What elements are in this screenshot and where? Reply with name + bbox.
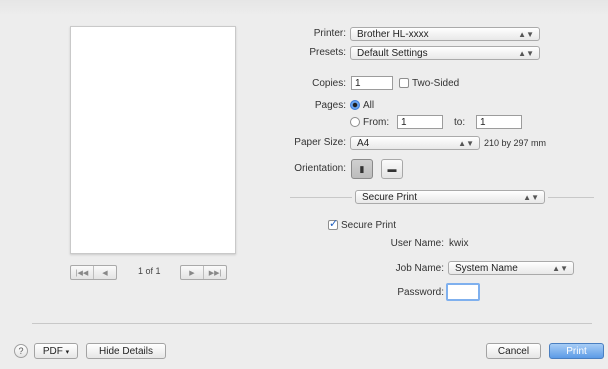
paper-size-value: A4 [357,138,370,149]
landscape-icon: ▬ [387,164,397,174]
two-sided-label: Two-Sided [412,78,460,89]
copies-label: Copies: [312,78,346,89]
secure-print-checkbox[interactable] [328,217,338,230]
popup-arrows-icon: ▲▼ [518,30,534,39]
popup-arrows-icon: ▲▼ [518,49,534,58]
pdf-label: PDF [42,346,63,357]
footer-separator [32,323,592,324]
pages-from-label: From: [363,117,390,128]
page-preview [70,26,236,254]
paper-size-label: Paper Size: [294,137,346,148]
pages-from-field[interactable]: 1 [397,115,443,129]
popup-arrows-icon: ▲▼ [523,193,539,202]
secure-print-label: Secure Print [341,220,397,231]
section-separator-right [548,197,594,198]
pages-to-field[interactable]: 1 [476,115,522,129]
presets-label: Presets: [309,47,346,58]
presets-popup[interactable]: Default Settings ▲▼ [350,46,540,60]
section-popup[interactable]: Secure Print ▲▼ [355,190,545,204]
printer-value: Brother HL-xxxx [357,29,429,40]
page-indicator: 1 of 1 [138,266,161,276]
print-dialog: |◀◀ ◀ 1 of 1 ▶ ▶▶| Printer: Brother HL-x… [0,0,608,369]
password-label: Password: [397,287,444,298]
pages-all-radio[interactable] [350,100,360,110]
section-separator-left [290,197,352,198]
dialog-top-strip [0,0,608,14]
copies-field[interactable]: 1 [351,76,393,90]
pages-label: Pages: [314,100,346,111]
job-name-label: Job Name: [395,263,444,274]
preview-forward-nav: ▶ ▶▶| [180,265,227,280]
print-button[interactable]: Print [549,343,604,359]
dropdown-arrow-icon: ▾ [65,349,70,356]
paper-dimensions: 210 by 297 mm [484,138,547,148]
pages-from-radio[interactable] [350,117,360,127]
portrait-orientation-button[interactable]: ▮ [351,159,373,179]
printer-label: Printer: [313,28,346,39]
pages-all-label: All [363,100,375,111]
first-page-button[interactable]: |◀◀ [71,266,94,279]
pdf-menu-button[interactable]: PDF ▾ [34,343,78,359]
last-page-button[interactable]: ▶▶| [204,266,226,279]
section-value: Secure Print [362,192,418,203]
user-name-label: User Name: [390,238,444,249]
help-button[interactable]: ? [14,344,28,358]
cancel-button[interactable]: Cancel [486,343,541,359]
next-page-button[interactable]: ▶ [181,266,204,279]
password-field[interactable] [446,283,480,301]
orientation-label: Orientation: [294,163,346,174]
popup-arrows-icon: ▲▼ [458,139,474,148]
job-name-popup[interactable]: System Name ▲▼ [448,261,574,275]
two-sided-checkbox[interactable] [399,78,409,88]
user-name-value: kwix [449,238,469,249]
hide-details-button[interactable]: Hide Details [86,343,166,359]
pages-to-label: to: [454,117,466,128]
previous-page-button[interactable]: ◀ [94,266,116,279]
presets-value: Default Settings [357,48,428,59]
popup-arrows-icon: ▲▼ [552,264,568,273]
landscape-orientation-button[interactable]: ▬ [381,159,403,179]
portrait-icon: ▮ [359,163,365,174]
printer-popup[interactable]: Brother HL-xxxx ▲▼ [350,27,540,41]
preview-back-nav: |◀◀ ◀ [70,265,117,280]
job-name-value: System Name [455,263,518,274]
paper-size-popup[interactable]: A4 ▲▼ [350,136,480,150]
